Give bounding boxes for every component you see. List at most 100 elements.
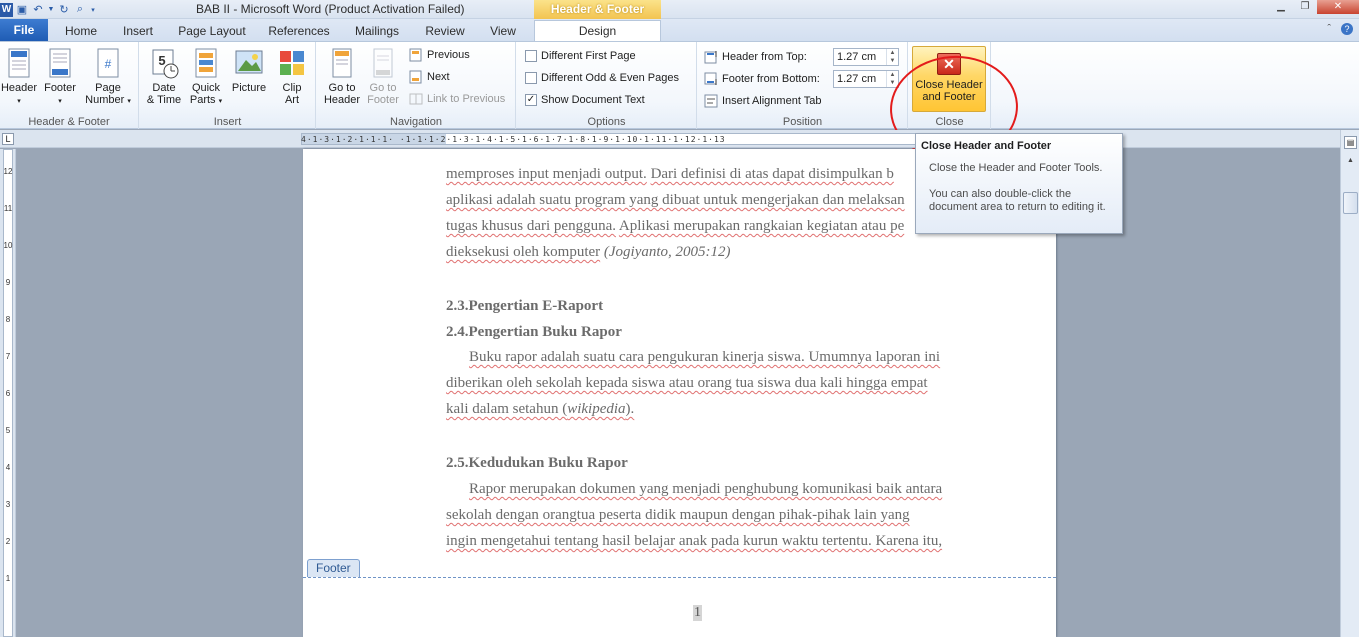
group-options: Different First Page Different Odd & Eve… [517,42,697,129]
go-to-header-icon [327,46,357,80]
clip-art-label-1: Clip [282,82,302,94]
footer-tag: Footer [307,559,360,577]
go-to-header-button[interactable]: Go to Header [321,46,363,106]
page-number-label-2: Number [85,94,125,106]
next-button[interactable]: Next [409,70,450,84]
tab-page-layout[interactable]: Page Layout [172,21,252,41]
text-line[interactable]: diberikan oleh sekolah kepada siswa atau… [446,370,952,396]
heading-2-3[interactable]: 2.3.Pengertian E-Raport [446,293,952,319]
spinner-arrows-icon[interactable]: ▲ ▼ [886,49,898,65]
undo-dropdown-icon[interactable]: ▼ [47,3,55,17]
vruler-number: 7 [5,352,11,361]
minimize-ribbon-icon[interactable]: ˆ [1327,23,1331,35]
text-line[interactable]: Rapor merupakan dokumen yang menjadi pen… [446,476,952,502]
scroll-thumb[interactable] [1343,192,1358,214]
window-title: BAB II - Microsoft Word (Product Activat… [196,2,465,16]
vertical-ruler: 12 11 10 9 8 7 6 5 4 3 2 1 [0,149,16,637]
text-line[interactable]: memproses input menjadi output. Dari def… [446,161,952,187]
heading-2-4[interactable]: 2.4.Pengertian Buku Rapor [446,319,952,345]
text-line[interactable]: sekolah dengan orangtua peserta didik ma… [446,502,952,528]
group-label-header-footer: Header & Footer [28,116,110,128]
clip-art-button[interactable]: Clip Art [272,46,312,106]
quick-parts-label-1: Quick [191,82,221,94]
customize-icon[interactable]: ▾ [89,3,97,17]
previous-button[interactable]: Previous [409,48,470,62]
redo-icon[interactable]: ↻ [57,3,71,17]
tab-file[interactable]: File [0,19,48,41]
text-segment: diberikan oleh sekolah kepada siswa atau… [446,375,928,391]
minimize-icon[interactable]: ▁ [1269,0,1293,14]
text-line[interactable]: aplikasi adalah suatu program yang dibua… [446,187,952,213]
picture-button[interactable]: Picture [228,46,270,94]
save-icon[interactable]: ▣ [15,3,29,17]
vruler-number: 1 [5,574,11,583]
text-line[interactable]: Buku rapor adalah suatu cara pengukuran … [446,344,952,370]
tab-selector-icon[interactable]: L [2,133,14,145]
go-to-footer-button[interactable]: Go to Footer [363,46,403,106]
date-time-label-2: & Time [146,94,182,106]
word-icon[interactable]: W [0,2,13,17]
link-to-previous-button[interactable]: Link to Previous [409,92,505,106]
tab-insert[interactable]: Insert [116,21,160,41]
tab-review[interactable]: Review [420,21,470,41]
text-segment: sekolah dengan orangtua peserta didik ma… [446,507,910,523]
show-document-text-checkbox[interactable]: ✓ Show Document Text [525,94,645,106]
tab-mailings[interactable]: Mailings [346,21,408,41]
tooltip-line-1: Close the Header and Footer Tools. [929,162,1103,174]
quick-parts-label-2: Parts [189,94,216,106]
footer-button[interactable]: Footer ▾ [40,46,80,108]
date-time-button[interactable]: 5 Date & Time [144,46,184,106]
text-line[interactable]: tugas khusus dari pengguna. Aplikasi mer… [446,213,952,239]
tab-references[interactable]: References [264,21,334,41]
text-line[interactable]: ingin mengetahui tentang hasil belajar a… [446,528,952,554]
document-area[interactable]: memproses input menjadi output. Dari def… [17,149,1340,637]
group-label-navigation: Navigation [390,116,442,128]
vertical-scrollbar[interactable]: ▤ ▲ [1340,130,1359,637]
go-to-header-label-2: Header [323,94,361,106]
quick-parts-button[interactable]: Quick Parts ▾ [186,46,226,108]
text-segment: dieksekusi oleh komputer [446,244,601,260]
footer-position-icon [704,72,718,86]
text-segment: Rapor merupakan dokumen yang menjadi pen… [469,481,943,497]
footer-label: Footer [44,82,76,94]
heading-2-5[interactable]: 2.5.Kedudukan Buku Rapor [446,450,952,476]
go-to-header-label-1: Go to [328,82,356,94]
page-number-button[interactable]: # Page Number ▾ [82,46,134,108]
tab-design[interactable]: Design [534,20,661,42]
footer-from-bottom-value: 1.27 cm [837,73,877,85]
different-odd-even-checkbox[interactable]: Different Odd & Even Pages [525,72,679,84]
maximize-icon[interactable]: ❐ [1293,0,1317,14]
clip-art-label-2: Art [284,94,300,106]
alignment-tab-icon [704,94,718,108]
tooltip-title: Close Header and Footer [921,140,1052,152]
print-preview-icon[interactable]: ⌕ [73,3,87,17]
help-icon[interactable]: ? [1341,23,1353,35]
tab-view[interactable]: View [482,21,524,41]
checkbox-checked[interactable]: ✓ [525,94,537,106]
header-button[interactable]: Header ▾ [0,46,38,108]
word-window: W ▣ ↶ ▼ ↻ ⌕ ▾ BAB II - Microsoft Word (P… [0,0,1359,637]
text-segment: memproses input menjadi output. [446,166,647,182]
header-from-top-input[interactable]: 1.27 cm ▲ ▼ [833,48,899,66]
view-ruler-icon[interactable]: ▤ [1344,136,1357,149]
checkbox-unchecked[interactable] [525,50,537,62]
page-number-field[interactable]: 1 [693,605,702,621]
page-number-icon: # [93,46,123,80]
insert-alignment-tab-button[interactable]: Insert Alignment Tab [704,94,821,108]
text-line[interactable]: kali dalam setahun (wikipedia). [446,396,952,422]
window-controls: ▁ ❐ ✕ [1269,0,1359,14]
close-window-icon[interactable]: ✕ [1317,0,1359,14]
different-first-page-checkbox[interactable]: Different First Page [525,50,636,62]
picture-label: Picture [231,82,267,94]
clip-art-icon [277,46,307,80]
vruler-number: 11 [3,204,13,213]
group-label-options: Options [587,116,626,128]
scroll-up-icon[interactable]: ▲ [1344,154,1357,168]
checkbox-unchecked[interactable] [525,72,537,84]
footer-boundary-line [303,577,1056,578]
undo-icon[interactable]: ↶ [31,3,45,17]
footer-from-bottom-input[interactable]: 1.27 cm ▲ ▼ [833,70,899,88]
tab-home[interactable]: Home [58,21,104,41]
text-line[interactable]: dieksekusi oleh komputer (Jogiyanto, 200… [446,239,952,265]
vruler-number: 8 [5,315,11,324]
